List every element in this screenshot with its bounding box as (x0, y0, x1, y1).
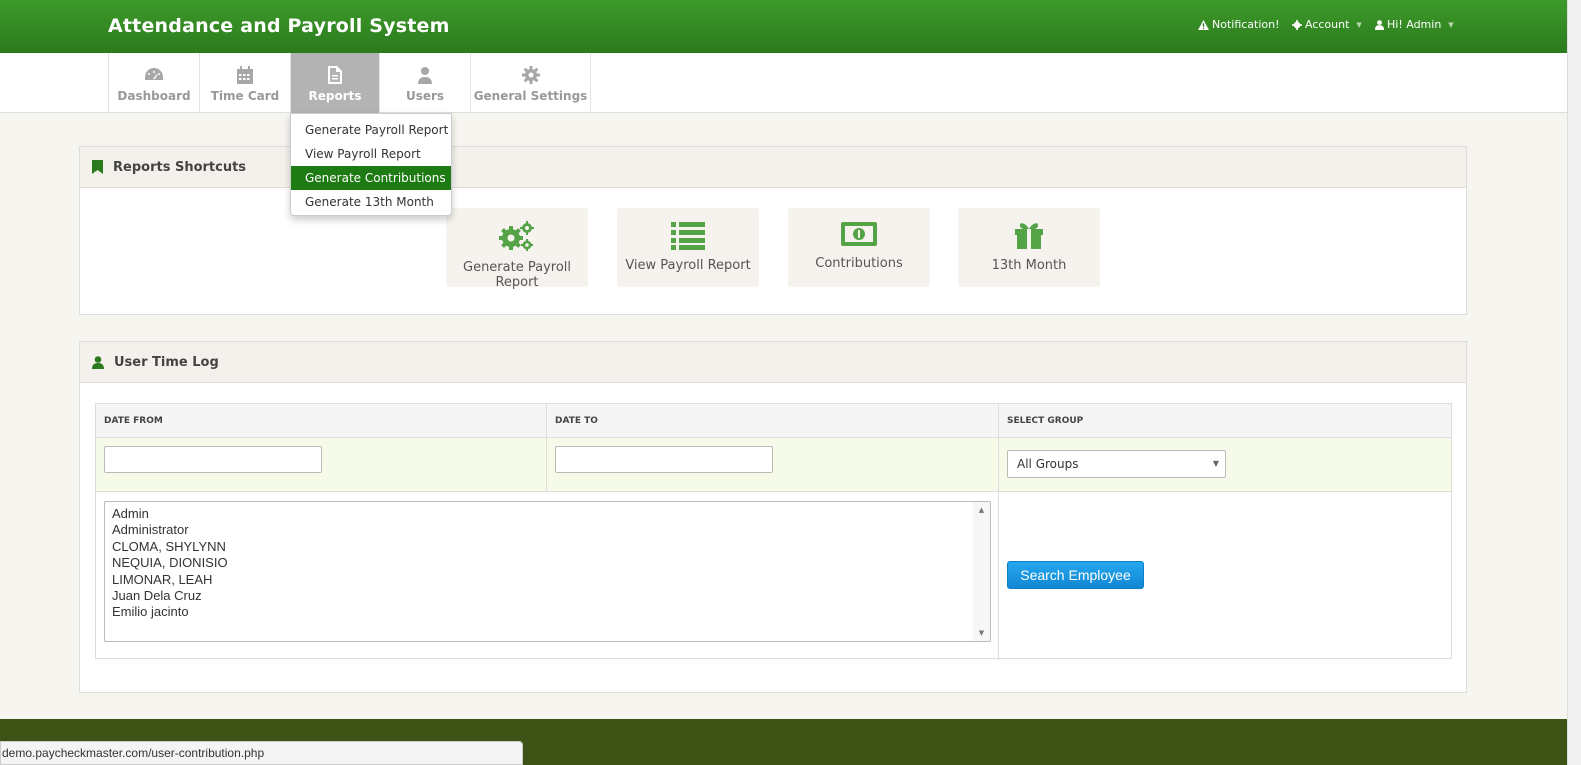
warning-icon (1198, 19, 1209, 30)
listbox-scrollbar[interactable]: ▲ ▼ (973, 502, 990, 641)
panel-title: Reports Shortcuts (113, 159, 247, 175)
tab-label: General Settings (473, 89, 588, 103)
top-header-bar: Attendance and Payroll System Notificati… (0, 0, 1567, 53)
document-icon (328, 66, 342, 84)
user-menu[interactable]: Hi! Admin ▼ (1375, 18, 1454, 31)
users-icon (418, 67, 432, 84)
menu-item-view-payroll-report[interactable]: View Payroll Report (291, 142, 451, 166)
list-item[interactable]: NEQUIA, DIONISIO (105, 555, 990, 571)
money-icon (841, 222, 877, 246)
chevron-down-icon: ▼ (1212, 459, 1219, 468)
search-employee-button[interactable]: Search Employee (1007, 561, 1144, 589)
list-item[interactable]: LIMONAR, LEAH (105, 572, 990, 588)
date-to-input[interactable] (555, 446, 773, 473)
main-nav: Dashboard Time Card Reports Users Genera… (0, 53, 1567, 113)
tab-reports[interactable]: Reports (290, 53, 379, 113)
app-title[interactable]: Attendance and Payroll System (108, 15, 450, 37)
filter-row: All Groups ▼ (96, 438, 1451, 492)
gears-icon (499, 221, 534, 251)
dashboard-icon (145, 68, 163, 80)
panel-header: Reports Shortcuts (80, 147, 1466, 188)
user-time-log-panel: User Time Log DATE FROM DATE TO SELECT G… (79, 341, 1467, 693)
panel-header: User Time Log (80, 342, 1466, 383)
list-item[interactable]: Administrator (105, 522, 990, 538)
table-header-row: DATE FROM DATE TO SELECT GROUP (96, 404, 1451, 438)
account-label: Account (1305, 18, 1350, 31)
list-item[interactable]: Admin (105, 506, 990, 522)
tab-dashboard[interactable]: Dashboard (108, 53, 199, 113)
scroll-up-icon[interactable]: ▲ (973, 506, 990, 514)
scroll-down-icon[interactable]: ▼ (973, 629, 990, 637)
panel-title: User Time Log (114, 354, 219, 370)
employee-listbox[interactable]: Admin Administrator CLOMA, SHYLYNN NEQUI… (104, 501, 991, 642)
user-label: Hi! Admin (1387, 18, 1442, 31)
shortcut-13th-month[interactable]: 13th Month (958, 208, 1100, 287)
group-select[interactable]: All Groups ▼ (1007, 450, 1226, 478)
shortcut-label: View Payroll Report (625, 258, 751, 273)
tab-time-card[interactable]: Time Card (199, 53, 290, 113)
shortcut-label: Generate Payroll Report (463, 260, 571, 290)
chevron-down-icon: ▼ (1356, 20, 1362, 29)
calendar-icon (237, 66, 253, 84)
user-icon (92, 355, 104, 369)
header-date-to: DATE TO (555, 416, 598, 426)
reports-dropdown-menu: Generate Payroll Report View Payroll Rep… (290, 113, 452, 216)
header-select-group: SELECT GROUP (1007, 416, 1084, 426)
column-divider (546, 404, 547, 492)
tab-users[interactable]: Users (379, 53, 470, 113)
tab-label: Users (405, 89, 445, 103)
shortcut-generate-payroll-report[interactable]: Generate Payroll Report (446, 208, 588, 290)
account-menu[interactable]: Account ▼ (1292, 18, 1362, 31)
shortcut-view-payroll-report[interactable]: View Payroll Report (617, 208, 759, 287)
shortcut-label: 13th Month (991, 258, 1067, 273)
shortcut-contributions[interactable]: Contributions (788, 208, 930, 287)
list-item[interactable]: Juan Dela Cruz (105, 588, 990, 604)
column-divider (998, 404, 999, 660)
notification-link[interactable]: Notification! (1198, 18, 1280, 31)
shortcut-label: Contributions (815, 256, 903, 271)
tab-label: Time Card (210, 89, 280, 103)
bookmark-icon (92, 160, 103, 174)
tab-general-settings[interactable]: General Settings (470, 53, 591, 113)
list-item[interactable]: Emilio jacinto (105, 604, 990, 620)
date-from-input[interactable] (104, 446, 322, 473)
menu-item-generate-payroll-report[interactable]: Generate Payroll Report (291, 118, 451, 142)
gift-icon (1015, 223, 1043, 249)
menu-item-generate-13th-month[interactable]: Generate 13th Month (291, 190, 451, 214)
header-date-from: DATE FROM (104, 416, 163, 426)
gear-icon (521, 66, 540, 84)
menu-item-generate-contributions[interactable]: Generate Contributions (291, 166, 451, 190)
time-log-form-table: DATE FROM DATE TO SELECT GROUP All Group… (95, 403, 1452, 660)
reports-shortcuts-panel: Reports Shortcuts Generate Payroll Repor… (79, 146, 1467, 315)
list-icon (671, 222, 705, 250)
tab-label: Reports (308, 89, 362, 103)
list-item[interactable]: CLOMA, SHYLYNN (105, 539, 990, 555)
tab-label: Dashboard (117, 89, 191, 103)
browser-status-url: demo.paycheckmaster.com/user-contributio… (0, 741, 523, 765)
group-select-value: All Groups (1017, 457, 1079, 471)
user-icon (1375, 19, 1384, 30)
cog-icon (1292, 19, 1302, 30)
page-scrollbar[interactable] (1567, 0, 1581, 765)
notification-label: Notification! (1212, 18, 1280, 31)
chevron-down-icon: ▼ (1448, 20, 1454, 29)
